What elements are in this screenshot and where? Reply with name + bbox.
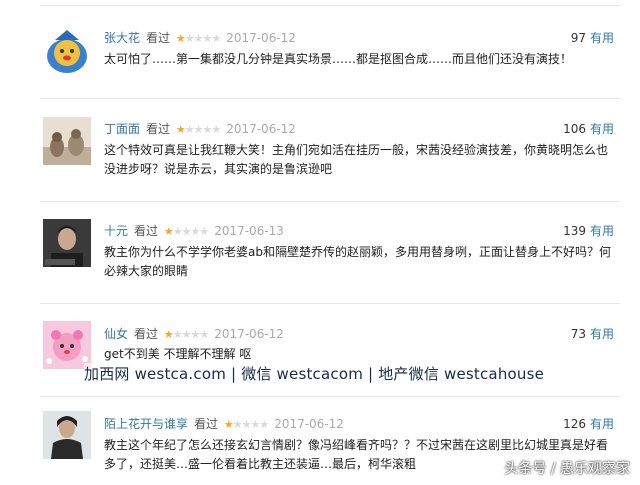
- comment-divider: [40, 396, 620, 397]
- username-link[interactable]: 张大花: [104, 31, 140, 45]
- avatar[interactable]: [43, 219, 91, 267]
- brand-watermark: 头条号 / 愚乐观察家: [504, 461, 630, 477]
- avatar-image: [43, 411, 91, 459]
- avatar-image: [43, 321, 91, 369]
- vote-area: 73 有用: [571, 325, 614, 342]
- comment-date: 2017-06-12: [226, 122, 296, 136]
- star-filled-icon: ★: [163, 328, 174, 341]
- username-link[interactable]: 仙女: [104, 327, 128, 341]
- comment-text: 教主你为什么不学学你老婆ab和隔壁楚乔传的赵丽颖，多用用替身咧，正面让替身上不好…: [104, 245, 611, 278]
- vote-area: 97 有用: [571, 29, 614, 46]
- avatar-image: [43, 117, 91, 165]
- useful-button[interactable]: 有用: [590, 224, 614, 238]
- avatar-image: [43, 26, 91, 74]
- star-filled-icon: ★: [163, 225, 174, 238]
- vote-count: 106: [563, 122, 586, 136]
- vote-count: 97: [570, 31, 586, 45]
- avatar[interactable]: [43, 26, 91, 74]
- vote-count: 126: [563, 417, 586, 431]
- useful-button[interactable]: 有用: [590, 417, 614, 431]
- rating-stars: ★★★★★: [175, 32, 221, 45]
- comment-date: 2017-06-12: [226, 31, 296, 45]
- comment-text: 这个特效可真是让我红鞭大笑！主角们宛如活在挂历一般，宋茜没经验演技差，你黄晓明怎…: [104, 143, 609, 176]
- comment-meta: 十元 看过 ★★★★★ 2017-06-13: [104, 222, 284, 239]
- star-empty-icon: ★★★★: [172, 328, 209, 341]
- avatar[interactable]: [43, 117, 91, 165]
- vote-area: 106 有用: [563, 120, 614, 137]
- watch-status: 看过: [134, 327, 159, 341]
- username-link[interactable]: 丁面面: [104, 122, 140, 136]
- star-empty-icon: ★★★★: [184, 123, 221, 136]
- rating-stars: ★★★★★: [175, 123, 221, 136]
- comment-divider: [40, 303, 620, 304]
- watch-status: 看过: [146, 122, 171, 136]
- star-empty-icon: ★★★★: [172, 225, 209, 238]
- vote-count: 73: [570, 327, 586, 341]
- avatar-image: [43, 219, 91, 267]
- comment-meta: 陌上花开与谁享 看过 ★★★★★ 2017-06-12: [104, 415, 344, 432]
- comment-text: get不到美 不理解不理解 呕: [104, 347, 252, 361]
- comment-date: 2017-06-13: [214, 224, 284, 238]
- rating-stars: ★★★★★: [223, 418, 269, 431]
- top-divider: [40, 5, 620, 6]
- watch-status: 看过: [134, 224, 159, 238]
- username-link[interactable]: 十元: [104, 224, 128, 238]
- comment-divider: [40, 98, 620, 99]
- star-filled-icon: ★: [175, 123, 186, 136]
- avatar[interactable]: [43, 321, 91, 369]
- comment-date: 2017-06-12: [214, 327, 284, 341]
- useful-button[interactable]: 有用: [590, 327, 614, 341]
- useful-button[interactable]: 有用: [590, 31, 614, 45]
- vote-count: 139: [563, 224, 586, 238]
- comment-date: 2017-06-12: [274, 417, 344, 431]
- star-empty-icon: ★★★★: [232, 418, 269, 431]
- comment-meta: 丁面面 看过 ★★★★★ 2017-06-12: [104, 120, 296, 137]
- watch-status: 看过: [146, 31, 171, 45]
- vote-area: 139 有用: [563, 222, 614, 239]
- comment-divider: [40, 201, 620, 202]
- comment-meta: 张大花 看过 ★★★★★ 2017-06-12: [104, 29, 296, 46]
- star-filled-icon: ★: [223, 418, 234, 431]
- comment-meta: 仙女 看过 ★★★★★ 2017-06-12: [104, 325, 284, 342]
- vote-area: 126 有用: [563, 415, 614, 432]
- rating-stars: ★★★★★: [163, 225, 209, 238]
- star-filled-icon: ★: [175, 32, 186, 45]
- rating-stars: ★★★★★: [163, 328, 209, 341]
- useful-button[interactable]: 有用: [590, 122, 614, 136]
- username-link[interactable]: 陌上花开与谁享: [104, 417, 188, 431]
- star-empty-icon: ★★★★: [184, 32, 221, 45]
- watch-status: 看过: [194, 417, 219, 431]
- comment-text: 太可怕了……第一集都没几分钟是真实场景……都是抠图合成……而且他们还没有演技！: [104, 52, 573, 66]
- watermark-text: 加西网 westca.com | 微信 westcacom | 地产微信 wes…: [84, 363, 545, 384]
- avatar[interactable]: [43, 411, 91, 459]
